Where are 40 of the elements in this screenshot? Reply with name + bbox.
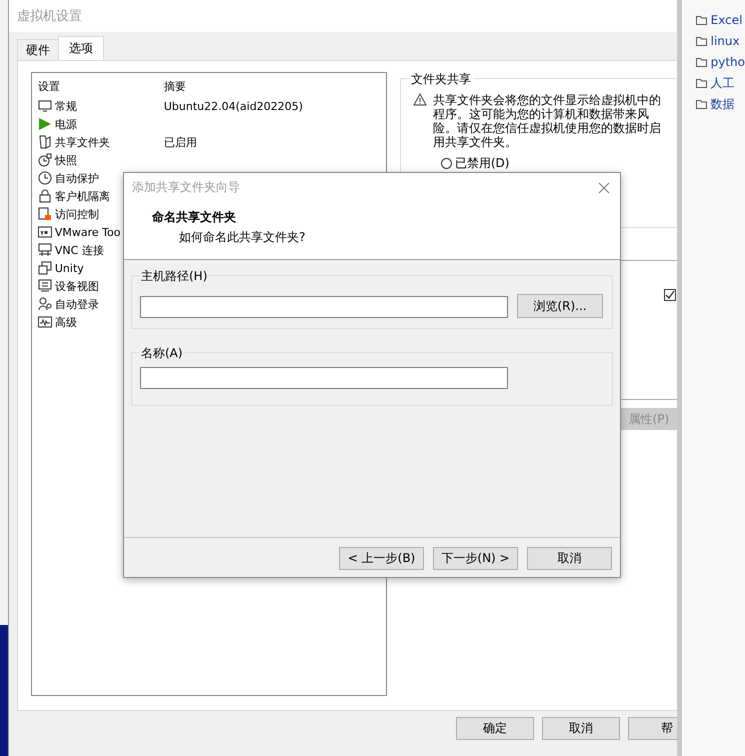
folder-name[interactable]: pytho — [710, 55, 745, 69]
dialog-button[interactable]: 确定 — [456, 717, 534, 740]
setting-name[interactable]: VMware Too — [54, 226, 120, 238]
browse-button[interactable]: 浏览(R)... — [517, 294, 603, 318]
setting-name[interactable]: VNC 连接 — [54, 242, 104, 258]
setting-name[interactable]: 访问控制 — [54, 206, 99, 222]
setting-name[interactable]: 常规 — [54, 98, 77, 114]
group-title: 主机路径(H) — [139, 268, 210, 285]
radio-label[interactable]: 已禁用(D) — [454, 155, 510, 172]
warning-text: 共享文件夹会将您的文件显示给虚拟机中的程序。这可能为您的计算机和数据带来风险。请仅在您信任虚拟机使用您的数据时启用共享文件夹。 — [432, 93, 662, 149]
setting-name[interactable]: 自动登录 — [54, 296, 99, 312]
setting-name[interactable]: 设备视图 — [54, 278, 99, 294]
tab[interactable]: 硬件 — [16, 39, 59, 60]
setting-name[interactable]: Unity — [54, 262, 84, 274]
window-title: 虚拟机设置 — [16, 8, 82, 25]
folder-name[interactable]: Excel — [710, 13, 742, 27]
setting-summary: Ubuntu22.04(aid202205) — [164, 100, 303, 112]
setting-name[interactable]: 客户机隔离 — [54, 188, 110, 204]
folder-name[interactable]: 数据 — [710, 96, 735, 112]
wizard-title: 添加共享文件夹向导 — [132, 179, 240, 196]
dialog-button[interactable]: 帮 — [628, 717, 677, 740]
wizard-button[interactable]: 下一步(N) > — [433, 547, 518, 570]
wizard-subheading: 如何命名此共享文件夹? — [178, 229, 306, 246]
setting-name[interactable]: 共享文件夹 — [54, 134, 110, 150]
folder-name[interactable]: linux — [710, 34, 740, 48]
setting-name[interactable]: 自动保护 — [54, 170, 99, 186]
folder-name[interactable]: 人工 — [710, 74, 735, 92]
group-title: 文件夹共享 — [408, 71, 473, 88]
dialog-button[interactable]: 取消 — [542, 717, 620, 740]
setting-name[interactable]: 电源 — [54, 116, 77, 132]
wizard-heading: 命名共享文件夹 — [152, 209, 237, 226]
setting-name[interactable]: 高级 — [54, 314, 77, 330]
setting-name[interactable]: 快照 — [54, 152, 77, 168]
tab[interactable]: 选项 — [58, 36, 104, 60]
column-header: 设置 — [38, 78, 164, 94]
wizard-button[interactable]: < 上一步(B) — [339, 547, 424, 570]
setting-summary: 已启用 — [164, 134, 197, 150]
group-title: 名称(A) — [139, 345, 185, 362]
wizard-button[interactable]: 取消 — [527, 547, 612, 570]
column-header: 摘要 — [164, 78, 186, 94]
